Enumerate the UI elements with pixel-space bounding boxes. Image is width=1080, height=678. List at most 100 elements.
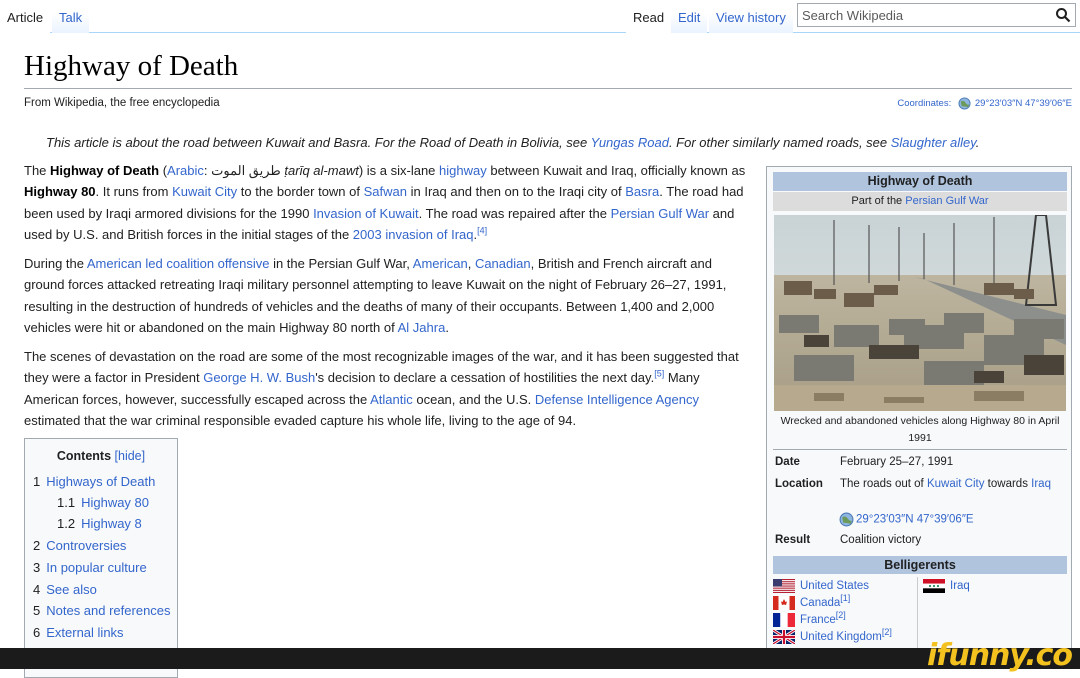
tab-view-history[interactable]: View history	[709, 0, 793, 33]
toc-link[interactable]: In popular culture	[46, 560, 146, 575]
text: estimated that the war criminal responsi…	[24, 412, 577, 428]
tab-talk[interactable]: Talk	[52, 0, 90, 33]
link-iraq[interactable]: Iraq	[950, 580, 970, 592]
toc-item[interactable]: 5 Notes and references	[33, 603, 171, 618]
coordinates-link[interactable]: 29°23′03″N 47°39′06″E	[856, 514, 974, 526]
link-arabic[interactable]: Arabic	[167, 163, 204, 178]
location-label: Location	[775, 478, 823, 490]
infobox-divider	[773, 449, 1067, 450]
toc-link[interactable]: External links	[46, 625, 123, 640]
title-divider	[24, 88, 1072, 89]
link-iraq[interactable]: Iraq	[1031, 478, 1051, 490]
link-france[interactable]: France	[800, 614, 836, 626]
belligerents-header: Belligerents	[773, 556, 1067, 574]
link-yungas-road[interactable]: Yungas Road	[591, 135, 669, 150]
infobox-photo[interactable]	[774, 215, 1066, 411]
coordinates-link[interactable]: 29°23′03″N 47°39′06″E	[975, 98, 1072, 109]
result-label: Result	[775, 534, 811, 546]
paragraph-intro: The Highway of Death (Arabic: طريق الموت…	[24, 160, 750, 245]
belligerent-united-states: United States	[773, 579, 869, 593]
toc-link[interactable]: See also	[46, 582, 97, 597]
link-american[interactable]: American	[413, 256, 468, 271]
toc-number: 1.2	[57, 516, 76, 531]
text: to the border town of	[237, 184, 364, 200]
location-value: The roads out of Kuwait City towards Ira…	[840, 478, 1051, 490]
link-slaughter-alley[interactable]: Slaughter alley	[891, 135, 976, 150]
toc-number: 1.1	[57, 495, 76, 510]
france-flag-icon	[773, 613, 795, 627]
hatnote-text: . For other similarly named roads, see	[668, 135, 891, 150]
toc-item[interactable]: 1.2 Highway 8	[57, 516, 142, 531]
tab-edit[interactable]: Edit	[671, 0, 708, 33]
toc-title: Contents	[56, 449, 112, 463]
toc-link[interactable]: Controversies	[46, 538, 126, 553]
tagline: From Wikipedia, the free encyclopedia	[24, 97, 220, 109]
toc-link[interactable]: Notes and references	[46, 603, 170, 618]
citation-1[interactable]: [1]	[840, 593, 850, 603]
date-label: Date	[775, 456, 800, 468]
search-box[interactable]	[797, 3, 1076, 27]
link-safwan[interactable]: Safwan	[364, 184, 407, 199]
toc-item[interactable]: 6 External links	[33, 625, 124, 640]
link-2003-invasion[interactable]: 2003 invasion of Iraq	[353, 227, 474, 242]
text: . It runs from	[95, 184, 173, 200]
belligerent-iraq: Iraq	[923, 579, 970, 593]
globe-icon	[839, 512, 854, 527]
toc-header: Contents [hide]	[25, 449, 177, 463]
table-of-contents: Contents [hide] 1 Highways of Death 1.1 Hi…	[24, 438, 178, 678]
link-invasion-of-kuwait[interactable]: Invasion of Kuwait	[313, 206, 419, 221]
link-persian-gulf-war[interactable]: Persian Gulf War	[905, 195, 988, 207]
toc-item[interactable]: 1.1 Highway 80	[57, 495, 149, 510]
top-navigation: Article Talk Read Edit View history	[0, 0, 1080, 33]
link-persian-gulf-war[interactable]: Persian Gulf War	[611, 206, 710, 221]
text: in Iraq and then on to the Iraqi city of	[406, 184, 626, 200]
text: . The road was repaired after the	[418, 205, 611, 221]
link-highway[interactable]: highway	[439, 163, 487, 178]
link-canada[interactable]: Canada	[800, 597, 840, 609]
link-defense-intelligence-agency[interactable]: Defense Intelligence Agency	[535, 392, 699, 407]
link-atlantic[interactable]: Atlantic	[370, 392, 413, 407]
tab-read[interactable]: Read	[626, 0, 672, 33]
link-al-jahra[interactable]: Al Jahra	[398, 320, 446, 335]
citation-5[interactable]: [5]	[654, 369, 664, 379]
text: : طريق الموت	[203, 163, 285, 178]
link-basra[interactable]: Basra	[625, 184, 659, 199]
toc-link[interactable]: Highway 80	[81, 495, 149, 510]
page-coordinates: Coordinates: 29°23′03″N 47°39′06″E	[897, 97, 1072, 110]
text: towards	[984, 478, 1032, 490]
toc-item[interactable]: 2 Controversies	[33, 538, 126, 553]
link-united-kingdom[interactable]: United Kingdom	[800, 631, 882, 643]
tab-article[interactable]: Article	[0, 0, 51, 33]
transliteration: ṭarīq al-mawt	[284, 163, 359, 178]
toc-hide-toggle[interactable]: [hide]	[115, 449, 146, 463]
citation-2[interactable]: [2]	[836, 610, 846, 620]
text: During the	[24, 256, 87, 271]
hatnote-text: This article is about the road between K…	[46, 135, 591, 150]
toc-item[interactable]: 1 Highways of Death	[33, 474, 155, 489]
text: between Kuwait and Iraq, officially know…	[486, 163, 746, 178]
text: The	[24, 163, 51, 178]
citation-4[interactable]: [4]	[477, 226, 487, 236]
link-kuwait-city[interactable]: Kuwait City	[172, 184, 237, 199]
iraq-flag-icon	[923, 579, 945, 593]
bold-term: Highway 80	[24, 184, 96, 200]
citation-2[interactable]: [2]	[882, 627, 892, 637]
link-george-bush[interactable]: George H. W. Bush	[203, 370, 315, 385]
infobox-title: Highway of Death	[773, 172, 1067, 191]
toc-item[interactable]: 3 In popular culture	[33, 560, 147, 575]
toc-number: 4	[33, 582, 41, 597]
hatnote-text: .	[975, 135, 980, 150]
search-icon[interactable]	[1055, 7, 1071, 23]
toc-link[interactable]: Highways of Death	[46, 474, 155, 489]
text: ocean, and the U.S.	[412, 391, 535, 407]
link-coalition-offensive[interactable]: American led coalition offensive	[87, 256, 270, 271]
search-input[interactable]	[802, 7, 1052, 23]
toc-link[interactable]: Highway 8	[81, 516, 142, 531]
link-united-states[interactable]: United States	[800, 580, 869, 592]
link-kuwait-city[interactable]: Kuwait City	[927, 478, 985, 490]
link-canadian[interactable]: Canadian	[475, 256, 531, 271]
toc-item[interactable]: 4 See also	[33, 582, 97, 597]
text: ,	[467, 256, 475, 271]
text: 's decision to declare a cessation of ho…	[315, 370, 655, 386]
watermark-bar	[0, 648, 1080, 669]
